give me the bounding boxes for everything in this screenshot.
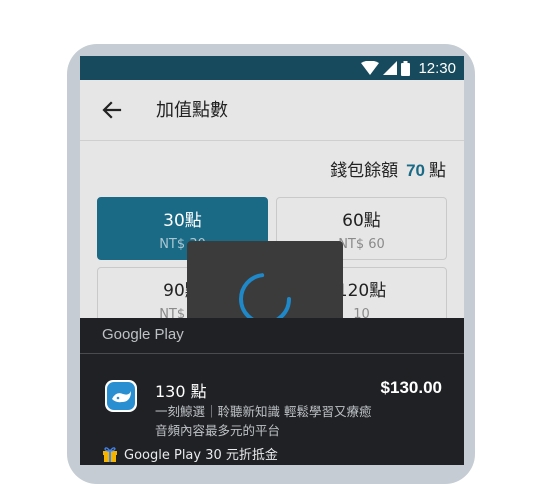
app-logo-icon (105, 380, 137, 412)
divider (80, 353, 464, 354)
wallet-balance-label: 錢包餘額 (330, 161, 399, 181)
product-description: 一刻鯨選｜聆聽新知識 輕鬆學習又療癒 音頻內容最多元的平台 (155, 404, 372, 438)
product-name: 130 點 (155, 382, 207, 401)
google-play-logo: Google Play (102, 326, 184, 343)
promo-credit: Google Play 30 元折抵金 (102, 444, 278, 463)
wifi-icon (361, 61, 380, 75)
product-price: $130.00 (380, 378, 442, 397)
cellular-signal-icon (383, 61, 398, 75)
wallet-balance-unit: 點 (429, 161, 446, 181)
wallet-balance-amount: 70 (406, 161, 425, 180)
app-bar: 加值點數 (80, 80, 464, 141)
promo-text: Google Play 30 元折抵金 (124, 448, 278, 463)
wallet-balance: 錢包餘額 70 點 (330, 156, 446, 181)
package-points: 60點 (342, 211, 381, 231)
package-points: 30點 (163, 211, 202, 231)
status-time: 12:30 (418, 59, 456, 77)
back-arrow-icon[interactable] (100, 98, 124, 122)
app-screen: 12:30 加值點數 錢包餘額 70 點 30點 NT$ 30 60點 NT$ 60… (80, 56, 464, 465)
google-play-billing-sheet: Google Play 130 點 $130.00 一刻鯨選｜聆聽新知識 輕鬆學… (80, 318, 464, 465)
status-icons: 12:30 (361, 59, 456, 77)
status-bar: 12:30 (80, 56, 464, 80)
battery-icon (401, 60, 411, 76)
page-title: 加值點數 (156, 100, 228, 121)
gift-icon (103, 446, 117, 462)
